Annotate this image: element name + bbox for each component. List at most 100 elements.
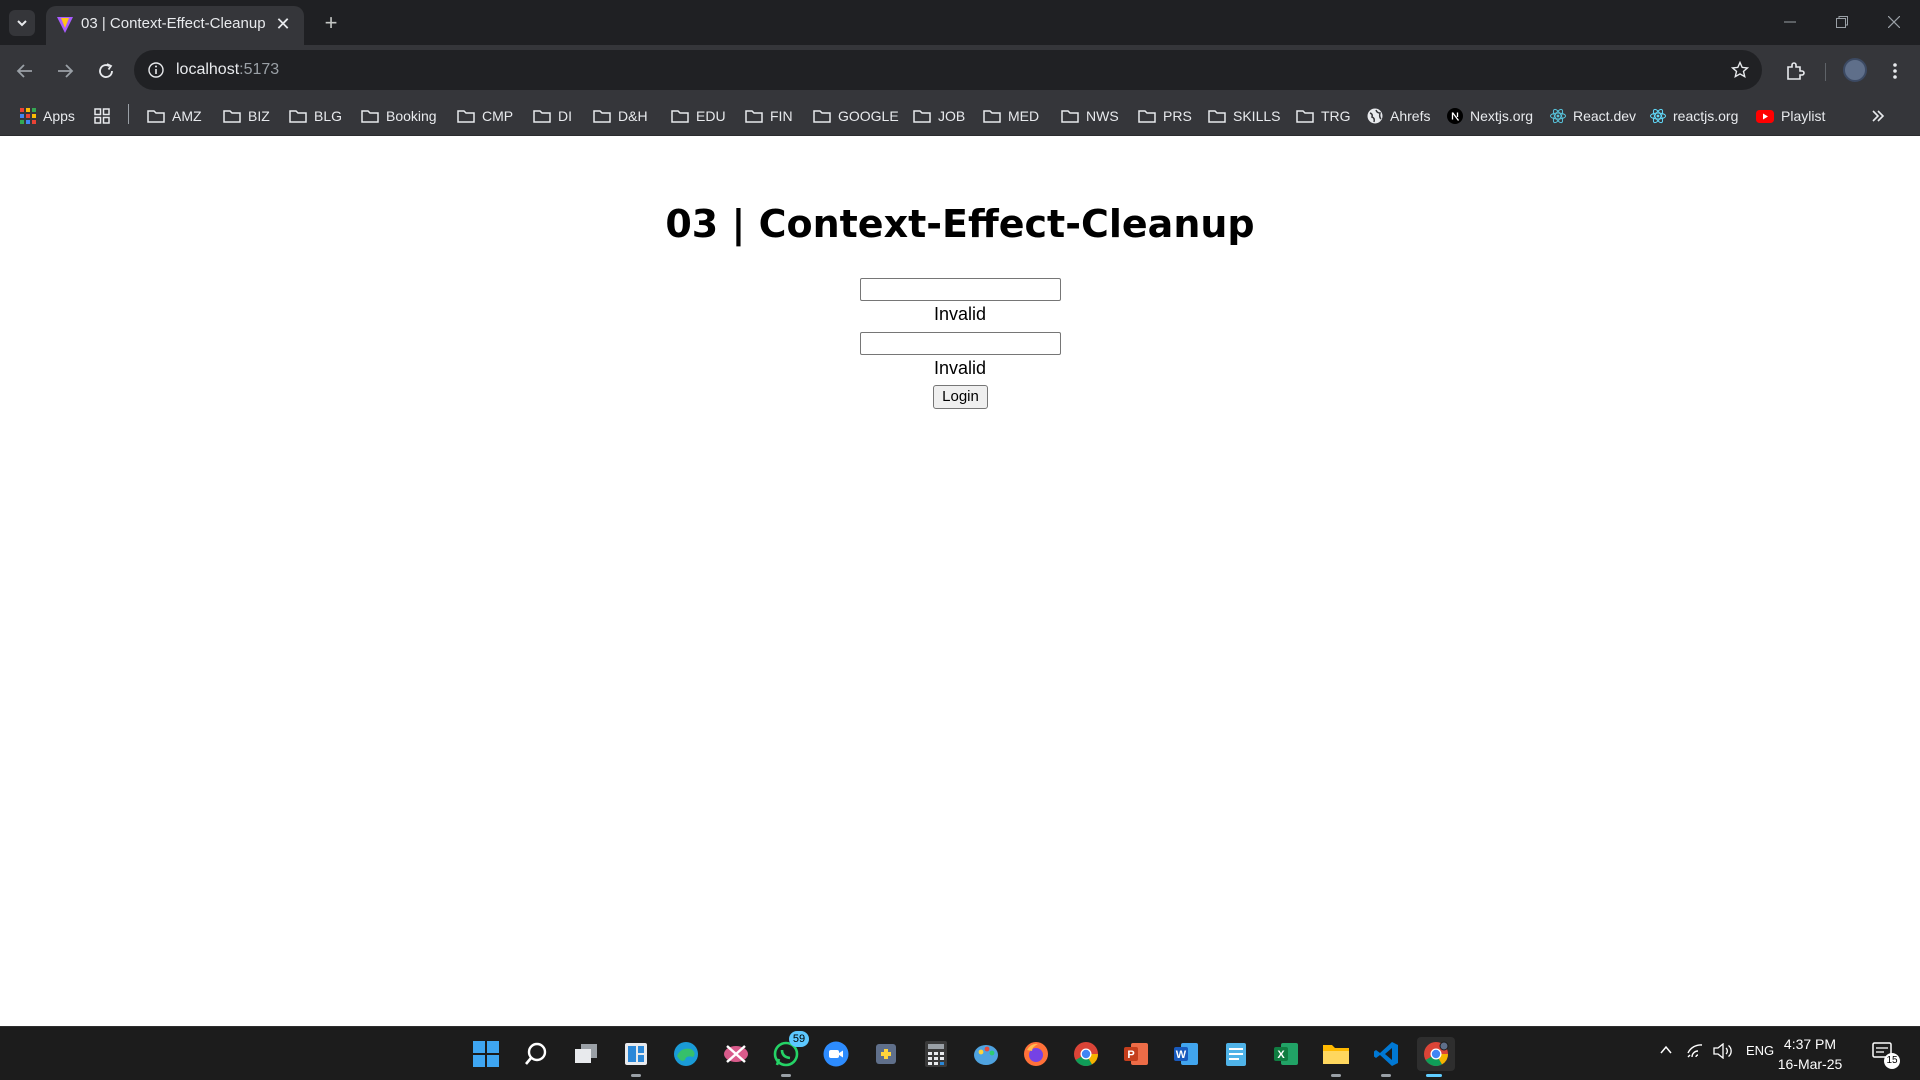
bookmark-apps[interactable]: Apps: [20, 105, 75, 127]
react-icon: [1650, 108, 1666, 124]
zoom-icon[interactable]: [819, 1037, 853, 1071]
back-button[interactable]: [9, 55, 41, 87]
file-explorer-icon[interactable]: [1319, 1037, 1353, 1077]
address-bar[interactable]: localhost:5173: [134, 50, 1762, 90]
bookmark-folder-booking[interactable]: Booking: [361, 105, 437, 127]
reload-button[interactable]: [90, 55, 122, 87]
double-chevron-right-icon: [1872, 110, 1885, 122]
tab-search-button[interactable]: [9, 10, 35, 36]
folder-icon: [361, 110, 379, 123]
bookmark-folder-skills[interactable]: SKILLS: [1208, 105, 1280, 127]
bookmark-ahrefs[interactable]: Ahrefs: [1367, 105, 1430, 127]
extensions-icon[interactable]: [1780, 56, 1810, 86]
bookmark-label: MED: [1008, 108, 1040, 124]
password-input[interactable]: [860, 332, 1061, 355]
close-icon[interactable]: ✕: [272, 13, 294, 35]
notepad-icon[interactable]: [1219, 1037, 1253, 1071]
whatsapp-icon[interactable]: 59: [769, 1031, 809, 1077]
bookmark-folder-edu[interactable]: EDU: [671, 105, 726, 127]
chrome-icon[interactable]: [1069, 1037, 1103, 1071]
edge-icon[interactable]: [669, 1037, 703, 1071]
bookmark-tab-groups[interactable]: [94, 105, 110, 127]
volume-icon[interactable]: [1713, 1042, 1733, 1062]
notification-center-button[interactable]: 15: [1872, 1041, 1900, 1069]
react-icon: [1550, 108, 1566, 124]
password-validation-message: Invalid: [933, 358, 987, 378]
chrome-dev-icon[interactable]: [1417, 1037, 1455, 1077]
folder-icon: [1208, 110, 1226, 123]
bookmark-label: GOOGLE: [838, 108, 899, 124]
bookmark-folder-fin[interactable]: FIN: [745, 105, 793, 127]
search-icon[interactable]: [519, 1037, 553, 1071]
word-icon[interactable]: W: [1169, 1037, 1203, 1071]
bookmark-label: JOB: [938, 108, 966, 124]
restore-button[interactable]: [1822, 8, 1862, 36]
vscode-icon[interactable]: [1369, 1037, 1403, 1077]
bookmarks-overflow-button[interactable]: [1871, 105, 1885, 127]
close-window-button[interactable]: [1874, 8, 1914, 36]
excel-icon[interactable]: X: [1269, 1037, 1303, 1071]
windows-start-icon[interactable]: [469, 1037, 503, 1071]
bookmark-folder-med[interactable]: MED: [983, 105, 1039, 127]
bookmark-folder-job[interactable]: JOB: [913, 105, 965, 127]
browser-tab[interactable]: 03 | Context-Effect-Cleanup ✕: [46, 6, 304, 45]
bookmark-label: NWS: [1086, 108, 1119, 124]
site-info-icon[interactable]: [144, 58, 168, 82]
bookmark-folder-trg[interactable]: TRG: [1296, 105, 1351, 127]
bookmark-label: Apps: [43, 108, 75, 124]
python-icon[interactable]: [869, 1037, 903, 1071]
bookmark-label: AMZ: [172, 108, 202, 124]
profile-avatar[interactable]: [1843, 58, 1867, 82]
svg-text:W: W: [1176, 1049, 1187, 1061]
bookmark-folder-dh[interactable]: D&H: [593, 105, 648, 127]
bookmark-react-dev[interactable]: React.dev: [1550, 105, 1636, 127]
bookmark-folder-biz[interactable]: BIZ: [223, 105, 270, 127]
network-icon[interactable]: [1687, 1043, 1705, 1062]
minimize-button[interactable]: [1770, 8, 1810, 36]
bookmark-folder-nws[interactable]: NWS: [1061, 105, 1119, 127]
bookmark-folder-google[interactable]: GOOGLE: [813, 105, 899, 127]
new-tab-button[interactable]: +: [318, 10, 344, 36]
folder-icon: [1061, 110, 1079, 123]
folder-icon: [913, 110, 931, 123]
minimize-icon: [1784, 21, 1796, 23]
bookmark-label: EDU: [696, 108, 726, 124]
chevron-down-icon: [17, 20, 27, 27]
bookmark-folder-amz[interactable]: AMZ: [147, 105, 202, 127]
email-input[interactable]: [860, 278, 1061, 301]
bookmark-playlist[interactable]: Playlist: [1756, 105, 1825, 127]
firefox-icon[interactable]: [1019, 1037, 1053, 1071]
more-menu-icon[interactable]: [1880, 56, 1910, 86]
powerpoint-icon[interactable]: P: [1119, 1037, 1153, 1071]
bookmark-nextjs[interactable]: Nextjs.org: [1447, 105, 1533, 127]
url-host: localhost: [176, 61, 240, 78]
paint-icon[interactable]: [969, 1037, 1003, 1071]
task-view-icon[interactable]: [569, 1037, 603, 1071]
windows-taskbar: 59 P W X ENG 4:37 PM 16-Mar-25 15: [0, 1026, 1920, 1080]
bookmark-label: Nextjs.org: [1470, 108, 1534, 124]
folder-icon: [289, 110, 307, 123]
bookmark-folder-di[interactable]: DI: [533, 105, 572, 127]
system-clock[interactable]: 4:37 PM 16-Mar-25: [1760, 1034, 1860, 1074]
bookmark-star-icon[interactable]: [1728, 58, 1752, 82]
running-indicator: [781, 1074, 791, 1077]
snipping-tool-icon[interactable]: [719, 1037, 753, 1071]
running-indicator: [631, 1074, 641, 1077]
page-title: 03 | Context-Effect-Cleanup: [665, 202, 1255, 246]
forward-button[interactable]: [49, 55, 81, 87]
browser-toolbar: localhost:5173: [0, 45, 1920, 96]
calculator-icon[interactable]: [919, 1037, 953, 1071]
widgets-icon[interactable]: [619, 1037, 653, 1077]
folder-icon: [533, 110, 551, 123]
bookmark-folder-cmp[interactable]: CMP: [457, 105, 513, 127]
bookmark-reactjs-org[interactable]: reactjs.org: [1650, 105, 1738, 127]
login-button[interactable]: Login: [933, 385, 988, 409]
vite-logo-icon: [57, 17, 73, 33]
bookmark-label: SKILLS: [1233, 108, 1281, 124]
bookmark-label: DI: [558, 108, 572, 124]
show-hidden-icons-button[interactable]: [1659, 1043, 1673, 1060]
bookmark-label: Booking: [386, 108, 437, 124]
bookmark-folder-prs[interactable]: PRS: [1138, 105, 1192, 127]
bookmark-label: Ahrefs: [1390, 108, 1431, 124]
bookmark-folder-blg[interactable]: BLG: [289, 105, 342, 127]
